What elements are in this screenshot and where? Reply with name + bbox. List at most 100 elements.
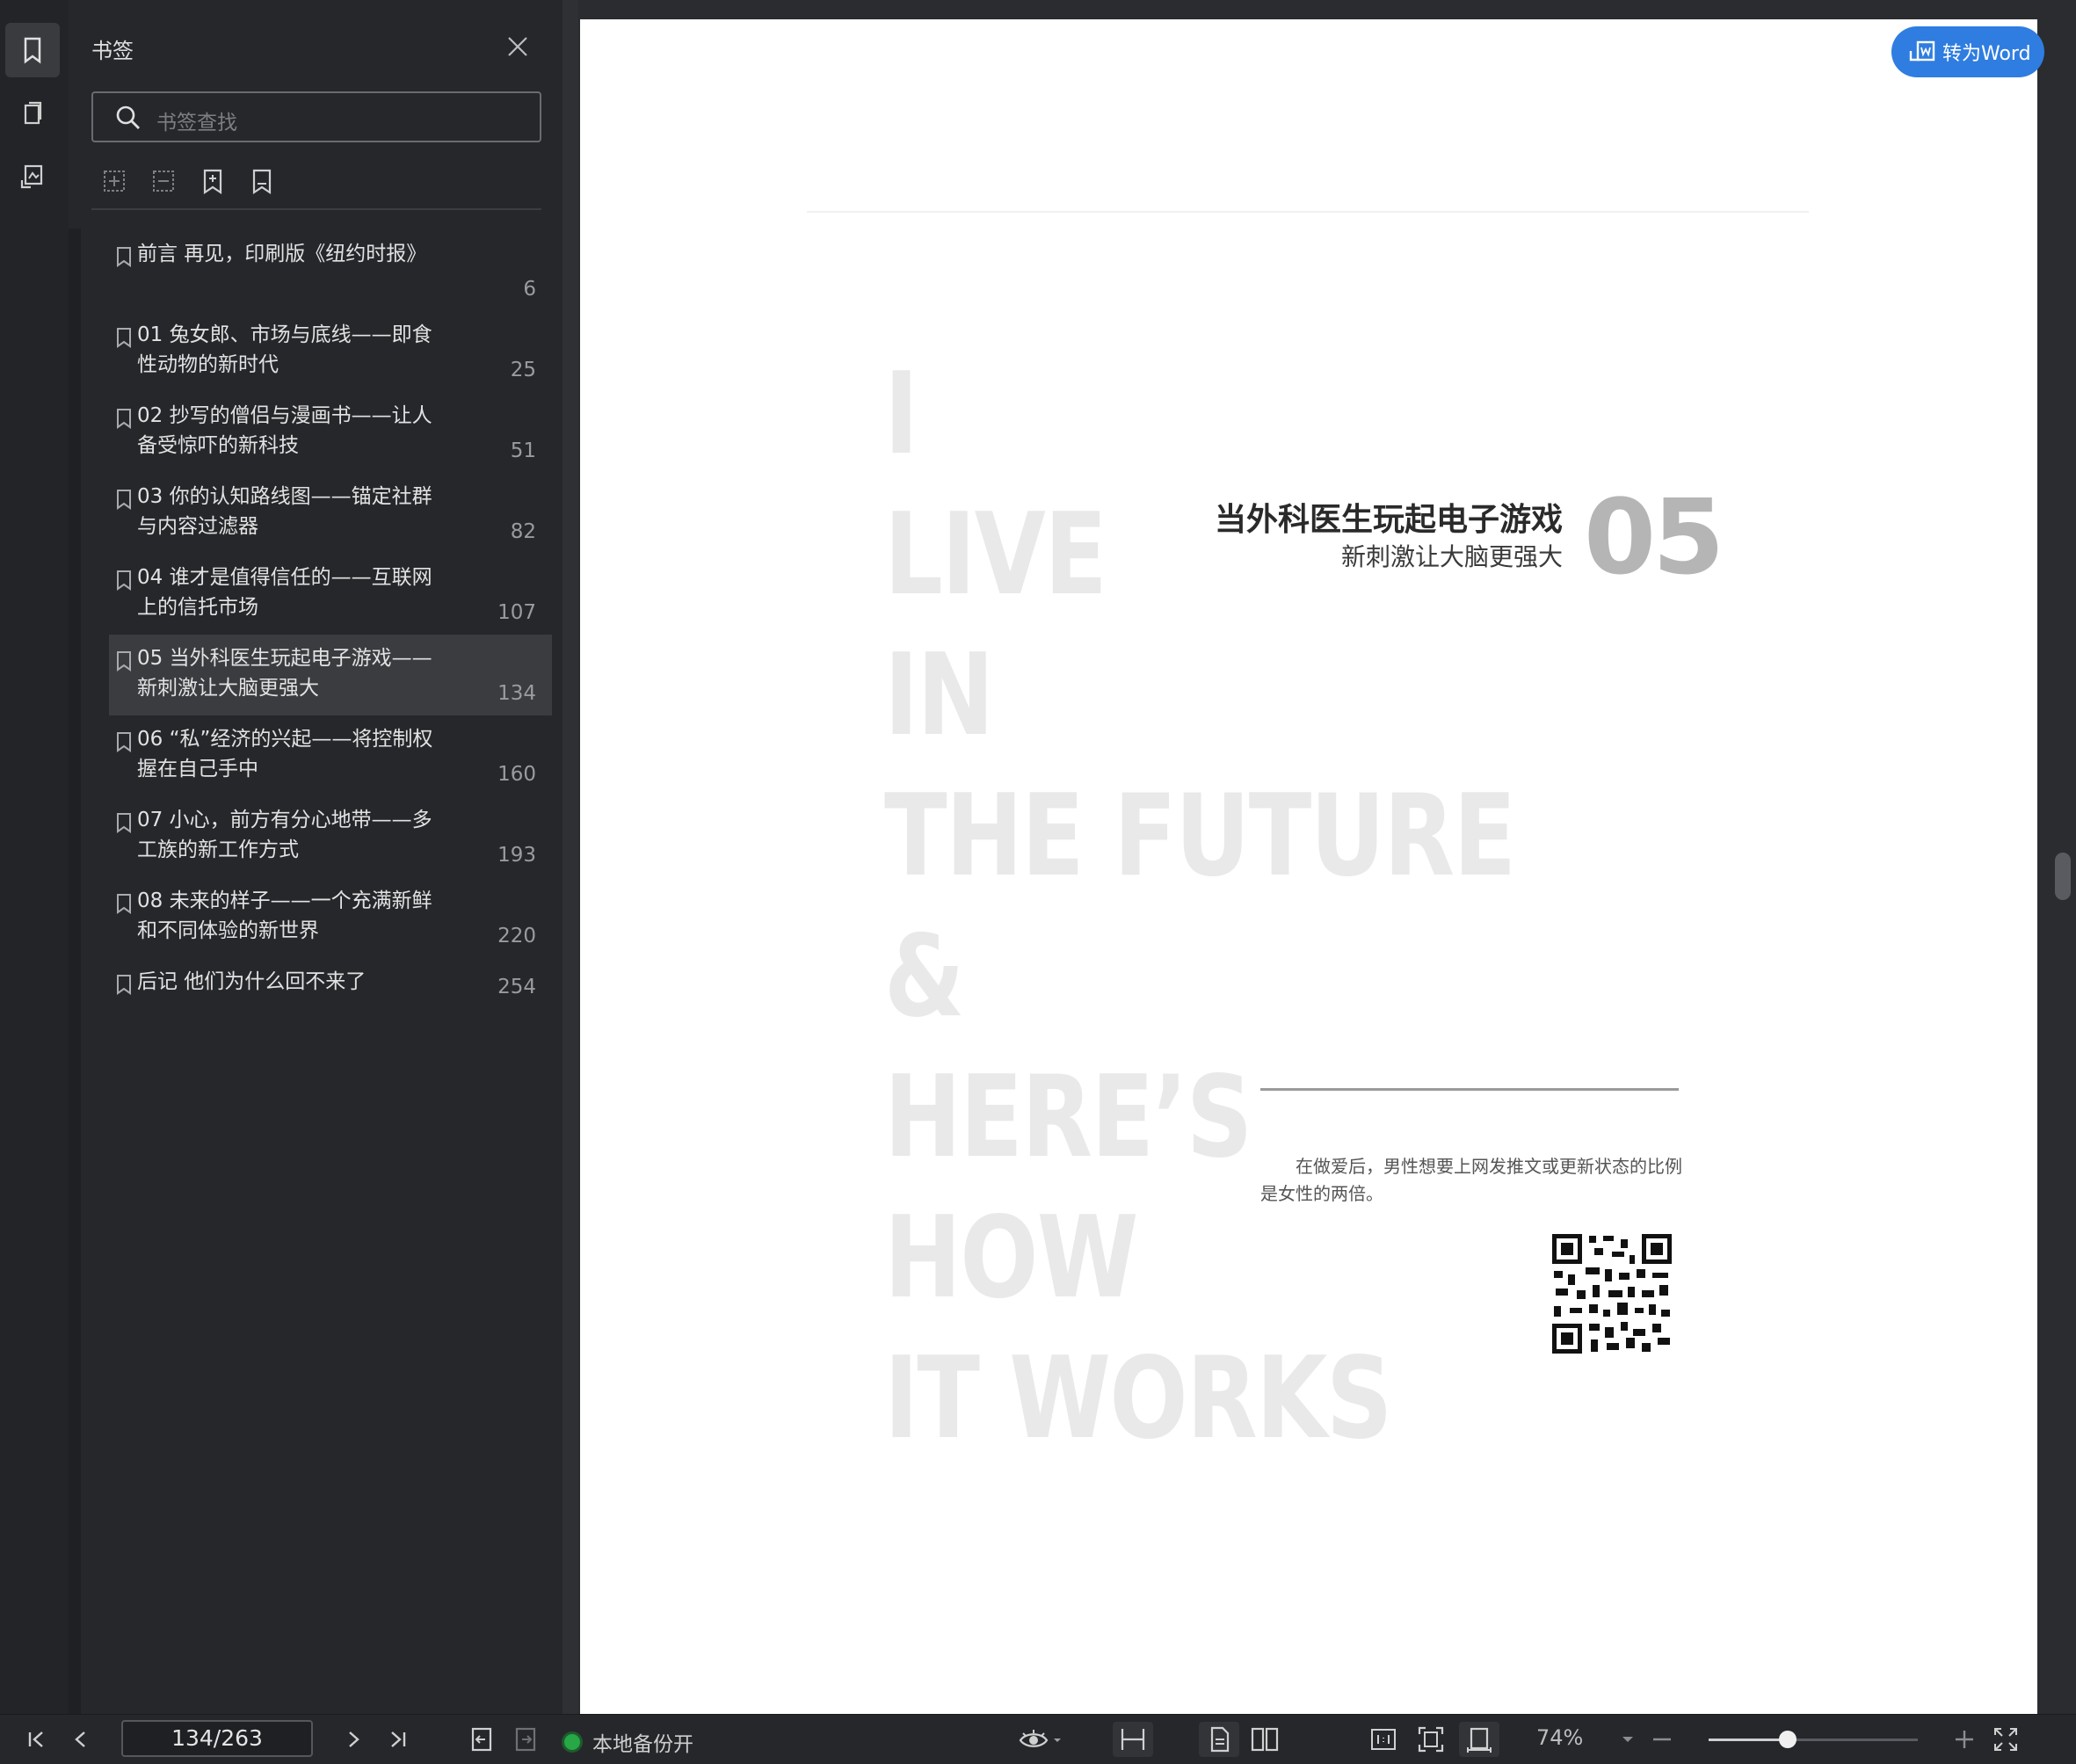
bookmark-item[interactable]: 后记 他们为什么回不来了 254	[109, 958, 552, 1011]
annotation-tab-button[interactable]	[5, 149, 60, 204]
fullscreen-button[interactable]	[1990, 1722, 2022, 1757]
word-convert-icon	[1909, 40, 1935, 62]
chapter-quote: 在做爱后，男性想要上网发推文或更新状态的比例是女性的两倍。	[1260, 1156, 1682, 1204]
bookmark-item-selected[interactable]: 05 当外科医生玩起电子游戏——新刺激让大脑更强大 134	[109, 635, 552, 715]
go-back-button[interactable]	[466, 1722, 497, 1757]
chevron-right-icon	[349, 1731, 359, 1747]
bookmark-page: 82	[510, 520, 536, 543]
first-page-button[interactable]	[21, 1722, 53, 1757]
bookmark-page: 25	[510, 359, 536, 381]
bookmark-panel: 书签 书签查找 前言 再见，印刷版《纽约时报》 6 01 兔女郎、市场与底线——…	[69, 0, 563, 1714]
bookmark-page: 107	[497, 601, 536, 624]
double-page-button[interactable]	[1245, 1722, 1285, 1757]
eye-icon	[1019, 1730, 1061, 1747]
bookmark-item[interactable]: 06 “私”经济的兴起——将控制权握在自己手中 160	[109, 715, 552, 796]
minus-icon	[1653, 1738, 1671, 1741]
bookmark-item[interactable]: 04 谁才是值得信任的——互联网上的信托市场 107	[109, 554, 552, 635]
search-placeholder: 书签查找	[156, 112, 237, 134]
remove-bookmark-button[interactable]	[248, 167, 279, 199]
bookmark-page: 134	[497, 682, 536, 705]
zoom-in-button[interactable]	[1949, 1722, 1979, 1757]
slogan-line: IT WORKS	[884, 1333, 1392, 1464]
bottom-toolbar: 134/263 本地备份开 74%	[0, 1714, 2076, 1764]
plus-icon	[1956, 1731, 1973, 1748]
bookmark-search-input[interactable]: 书签查找	[91, 91, 541, 142]
bookmark-tab-button[interactable]	[5, 23, 60, 77]
next-page-button[interactable]	[338, 1722, 369, 1757]
zoom-slider-fill	[1709, 1739, 1789, 1741]
back-history-icon	[471, 1727, 492, 1752]
backup-status-dot	[564, 1734, 580, 1750]
bookmark-label: 02 抄写的僧侣与漫画书——让人备受惊吓的新科技	[137, 404, 432, 457]
fit-page-icon	[1418, 1726, 1444, 1753]
convert-to-word-button[interactable]: 转为Word	[1891, 26, 2044, 77]
expand-icon	[104, 171, 125, 192]
fit-page-button[interactable]	[1413, 1722, 1448, 1757]
zoom-slider-track[interactable]	[1709, 1739, 1918, 1741]
bookmark-page: 193	[497, 844, 536, 867]
scroll-mode-icon	[1121, 1729, 1145, 1750]
document-scrollbar-thumb[interactable]	[2055, 853, 2071, 900]
close-icon	[508, 37, 527, 56]
panel-scrollbar[interactable]	[69, 229, 81, 1714]
bookmark-icon	[117, 490, 131, 510]
bookmark-item[interactable]: 08 未来的样子——一个充满新鲜和不同体验的新世界 220	[109, 877, 552, 958]
bookmark-label: 05 当外科医生玩起电子游戏——新刺激让大脑更强大	[137, 647, 432, 700]
bookmark-icon	[117, 570, 131, 591]
bookmark-icon	[117, 975, 131, 995]
continuous-scroll-button[interactable]	[1113, 1722, 1153, 1757]
qr-code-image	[1550, 1232, 1673, 1355]
backup-status-label: 本地备份开	[592, 1733, 693, 1756]
last-page-icon	[391, 1731, 406, 1747]
quote-rule	[1260, 1088, 1679, 1091]
panel-divider	[91, 208, 541, 210]
bookmark-page: 6	[523, 278, 536, 301]
local-backup-status[interactable]: 本地备份开	[564, 1727, 693, 1757]
bookmark-item[interactable]: 前言 再见，印刷版《纽约时报》 6	[109, 230, 552, 311]
add-bookmark-icon	[203, 169, 222, 195]
bookmark-icon	[117, 894, 131, 914]
add-bookmark-button[interactable]	[199, 167, 230, 199]
expand-all-button[interactable]	[100, 167, 132, 199]
search-icon	[116, 105, 140, 129]
bookmark-label: 07 小心，前方有分心地带——多工族的新工作方式	[137, 809, 432, 861]
first-page-icon	[28, 1731, 43, 1747]
panel-title: 书签	[91, 39, 134, 63]
last-page-button[interactable]	[381, 1722, 413, 1757]
close-panel-button[interactable]	[504, 33, 531, 60]
document-page: I LIVE IN THE FUTURE & HERE’S HOW IT WOR…	[580, 19, 2037, 1714]
eye-protection-button[interactable]	[1016, 1722, 1065, 1757]
collapse-icon	[153, 171, 174, 192]
bookmark-label: 08 未来的样子——一个充满新鲜和不同体验的新世界	[137, 889, 432, 942]
thumbnail-tab-button[interactable]	[5, 86, 60, 141]
zoom-slider-knob[interactable]	[1779, 1731, 1797, 1748]
panel-resize-handle[interactable]	[563, 0, 578, 1714]
collapse-all-button[interactable]	[149, 167, 181, 199]
zoom-out-button[interactable]	[1647, 1722, 1677, 1757]
single-page-button[interactable]	[1199, 1722, 1239, 1757]
prev-page-button[interactable]	[65, 1722, 97, 1757]
page-header-rule	[807, 211, 1809, 213]
chapter-subtitle: 新刺激让大脑更强大	[1340, 542, 1563, 571]
actual-size-icon	[1371, 1729, 1396, 1750]
bookmark-icon	[117, 247, 131, 267]
bookmark-icon	[117, 651, 131, 671]
zoom-dropdown-button[interactable]	[1619, 1722, 1637, 1757]
actual-size-button[interactable]	[1366, 1722, 1401, 1757]
fullscreen-icon	[1994, 1728, 2017, 1751]
go-forward-button[interactable]	[510, 1722, 541, 1757]
forward-history-icon	[515, 1727, 536, 1752]
bookmark-item[interactable]: 02 抄写的僧侣与漫画书——让人备受惊吓的新科技 51	[109, 392, 552, 473]
left-icon-bar	[0, 0, 69, 1714]
fit-width-button[interactable]	[1459, 1722, 1499, 1757]
double-page-icon	[1251, 1727, 1279, 1752]
page-number-input[interactable]: 134/263	[121, 1720, 313, 1757]
bookmark-item[interactable]: 01 兔女郎、市场与底线——即食性动物的新时代 25	[109, 311, 552, 392]
bookmark-item[interactable]: 03 你的认知路线图——锚定社群与内容过滤器 82	[109, 473, 552, 554]
chevron-left-icon	[75, 1731, 85, 1747]
bookmark-page: 51	[510, 439, 536, 462]
slogan-line: I	[884, 349, 918, 480]
bookmark-item[interactable]: 07 小心，前方有分心地带——多工族的新工作方式 193	[109, 796, 552, 877]
bookmark-icon	[24, 37, 41, 64]
zoom-level[interactable]: 74%	[1536, 1725, 1583, 1750]
